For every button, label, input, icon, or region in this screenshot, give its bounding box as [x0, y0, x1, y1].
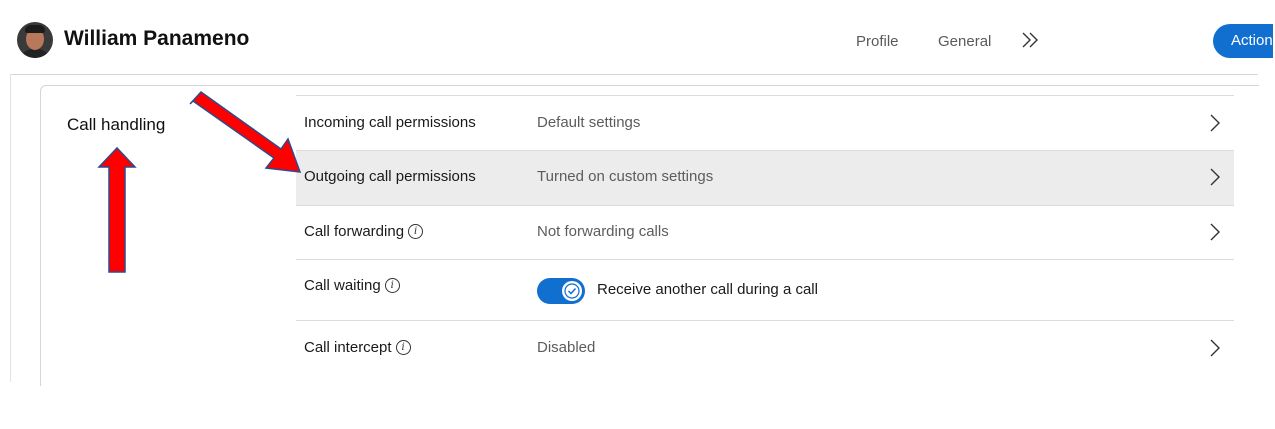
settings-row-call-forwarding[interactable]: Call forwarding i Not forwarding calls	[296, 205, 1234, 259]
settings-row-outgoing-call-permissions[interactable]: Outgoing call permissions Turned on cust…	[296, 150, 1234, 205]
row-label: Call intercept i	[304, 339, 411, 356]
page-header: William Panameno Profile General Actions	[10, 0, 1273, 75]
row-label: Call waiting i	[304, 277, 400, 294]
checkmark-icon	[564, 283, 580, 299]
row-label: Incoming call permissions	[304, 114, 476, 131]
info-icon[interactable]: i	[384, 277, 400, 293]
info-icon[interactable]: i	[395, 339, 411, 355]
toggle-knob	[562, 281, 582, 301]
toggle-label: Receive another call during a call	[597, 281, 818, 298]
section-title: Call handling	[67, 115, 166, 134]
chevron-right-icon[interactable]	[1208, 339, 1222, 357]
settings-row-call-intercept[interactable]: Call intercept i Disabled	[296, 320, 1234, 382]
info-icon[interactable]: i	[408, 223, 424, 239]
settings-row-incoming-call-permissions[interactable]: Incoming call permissions Default settin…	[296, 95, 1234, 150]
actions-button[interactable]: Actions	[1213, 24, 1273, 58]
row-value: Turned on custom settings	[537, 168, 714, 185]
chevron-right-icon[interactable]	[1208, 114, 1222, 132]
call-waiting-toggle[interactable]	[537, 278, 585, 304]
row-value: Disabled	[537, 339, 596, 356]
divider	[10, 74, 11, 382]
tab-profile[interactable]: Profile	[856, 33, 899, 50]
row-label-text: Call forwarding	[304, 223, 405, 240]
row-label-text: Call waiting	[304, 277, 381, 294]
chevron-right-icon[interactable]	[1208, 168, 1222, 186]
tab-general[interactable]: General	[938, 33, 991, 50]
avatar	[17, 22, 53, 58]
double-chevron-right-icon[interactable]	[1020, 30, 1040, 50]
user-name: William Panameno	[64, 27, 250, 50]
chevron-right-icon[interactable]	[1208, 223, 1222, 241]
settings-row-call-waiting: Call waiting i Receive another call durin…	[296, 259, 1234, 321]
row-label: Outgoing call permissions	[304, 168, 476, 185]
row-value: Not forwarding calls	[537, 223, 669, 240]
row-value: Default settings	[537, 114, 641, 131]
row-label-text: Call intercept	[304, 339, 392, 356]
row-label: Call forwarding i	[304, 223, 424, 240]
